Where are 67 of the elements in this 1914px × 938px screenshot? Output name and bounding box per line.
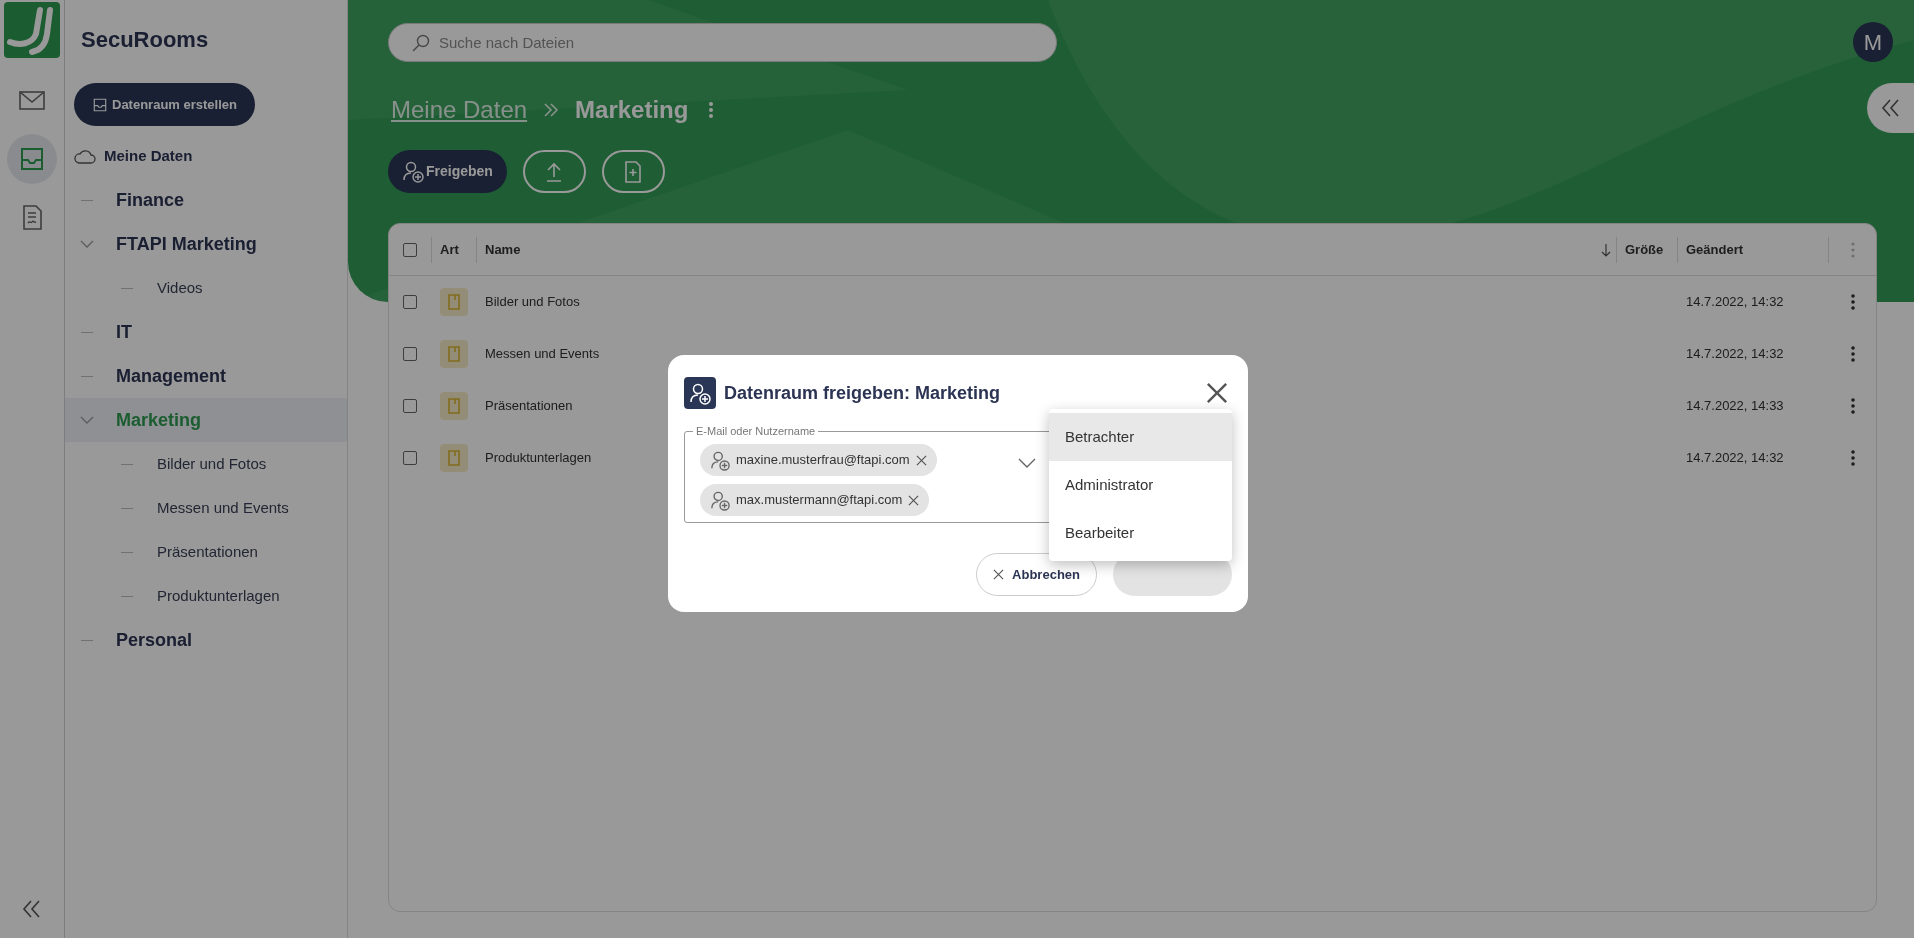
tree-item[interactable]: Messen und Events	[65, 486, 347, 531]
row-checkbox[interactable]	[403, 399, 417, 413]
add-user-icon	[710, 489, 730, 511]
field-label: E-Mail oder Nutzername	[693, 424, 819, 438]
modified-date: 14.7.2022, 14:32	[1686, 450, 1784, 466]
select-all-checkbox[interactable]	[403, 242, 417, 257]
upload-button[interactable]	[522, 150, 586, 193]
dialog-title: Datenraum freigeben: Marketing	[724, 381, 1001, 405]
role-option[interactable]: Administrator	[1049, 461, 1232, 509]
file-name[interactable]: Produktunterlagen	[485, 450, 592, 466]
folder-icon	[440, 288, 468, 316]
column-header[interactable]: Name	[485, 239, 521, 260]
app-title: SecuRooms	[80, 26, 210, 54]
folder-icon	[440, 340, 468, 368]
file-name[interactable]: Bilder und Fotos	[485, 294, 580, 310]
remove-icon[interactable]	[915, 454, 927, 466]
row-checkbox[interactable]	[403, 347, 417, 361]
double-chevron-icon	[21, 898, 43, 920]
modified-date: 14.7.2022, 14:33	[1686, 398, 1784, 414]
new-file-button[interactable]	[601, 150, 665, 193]
file-name[interactable]: Messen und Events	[485, 346, 600, 362]
tree-item[interactable]: Videos	[65, 266, 347, 311]
tree-item[interactable]: Management	[65, 354, 347, 399]
add-user-icon	[710, 449, 730, 471]
chevron-down-icon[interactable]	[1018, 458, 1036, 468]
create-data-room-button[interactable]: Datenraum erstellen	[74, 83, 255, 127]
column-header[interactable]: Geändert	[1686, 239, 1744, 260]
tree-item[interactable]: Personal	[65, 618, 347, 663]
role-option[interactable]: Bearbeiter	[1049, 509, 1232, 557]
column-header[interactable]: Größe	[1625, 239, 1664, 260]
search-field[interactable]: Suche nach Dateien	[388, 22, 1057, 62]
cancel-button[interactable]: Abbrechen	[976, 553, 1097, 596]
recipient-email: max.mustermann@ftapi.com	[736, 491, 903, 510]
tree-item[interactable]: Finance	[65, 178, 347, 223]
close-icon	[993, 569, 1005, 580]
tree-item[interactable]: FTAPI Marketing	[65, 222, 347, 267]
more-icon[interactable]	[1849, 397, 1856, 415]
row-checkbox[interactable]	[403, 451, 417, 465]
double-chevron-icon	[1879, 97, 1902, 119]
remove-icon[interactable]	[908, 494, 920, 506]
tree-item[interactable]: Produktunterlagen	[65, 574, 347, 619]
tree-item[interactable]: Bilder und Fotos	[65, 442, 347, 487]
search-icon	[412, 33, 430, 52]
file-name[interactable]: Präsentationen	[485, 398, 573, 414]
more-icon[interactable]	[1849, 449, 1856, 467]
inbox-icon[interactable]	[7, 134, 57, 184]
more-icon[interactable]	[1849, 293, 1856, 311]
row-checkbox[interactable]	[403, 295, 417, 309]
folder-icon	[440, 392, 468, 420]
modified-date: 14.7.2022, 14:32	[1686, 346, 1784, 362]
inbox-icon	[92, 96, 108, 113]
folder-icon	[440, 444, 468, 472]
tree-root-label: Meine Daten	[104, 146, 193, 167]
double-chevron-icon	[543, 102, 560, 118]
recipient-email: maxine.musterfrau@ftapi.com	[736, 451, 910, 470]
role-option[interactable]: Betrachter	[1049, 413, 1232, 461]
cloud-icon	[74, 148, 96, 165]
add-user-icon	[684, 377, 716, 409]
tree-item[interactable]: Präsentationen	[65, 530, 347, 575]
add-user-icon	[402, 160, 424, 183]
modified-date: 14.7.2022, 14:32	[1686, 294, 1784, 310]
more-icon[interactable]	[1849, 345, 1856, 363]
tree-item[interactable]: IT	[65, 310, 347, 355]
share-button[interactable]: Freigeben	[388, 150, 507, 193]
close-icon[interactable]	[1206, 382, 1228, 404]
breadcrumb-current: Marketing	[575, 95, 689, 125]
column-header[interactable]: Art	[440, 239, 459, 260]
